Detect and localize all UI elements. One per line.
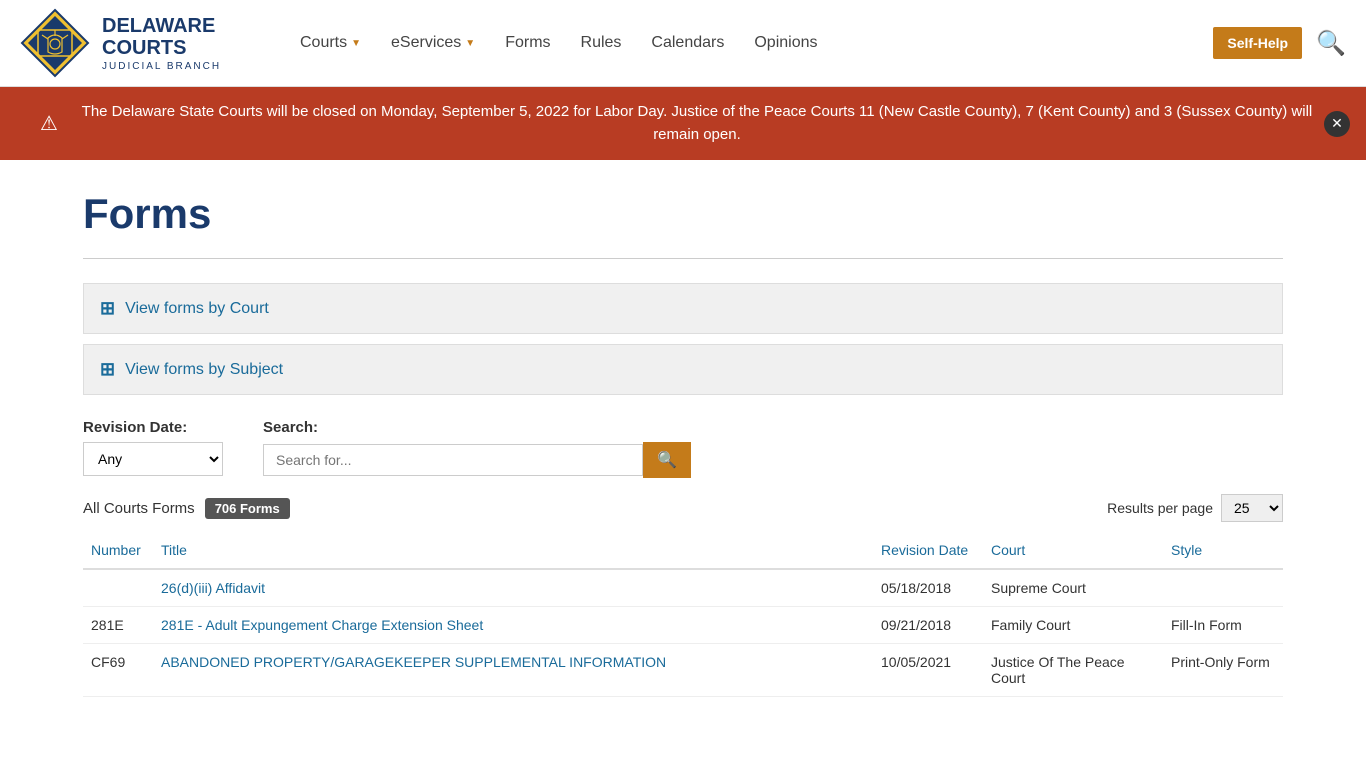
alert-message: The Delaware State Courts will be closed… (68, 101, 1326, 146)
search-input-wrap: 🔍 (263, 442, 691, 478)
self-help-button[interactable]: Self-Help (1213, 27, 1302, 59)
revision-date-filter: Revision Date: Any 2022 2021 2020 2019 2… (83, 419, 223, 476)
brand-subtitle: JUDICIAL BRANCH (102, 61, 221, 72)
table-row: 281E 281E - Adult Expungement Charge Ext… (83, 607, 1283, 644)
brand-name: DELAWARE COURTS (102, 15, 221, 59)
col-header-number[interactable]: Number (83, 532, 153, 569)
nav-opinions[interactable]: Opinions (754, 34, 817, 52)
nav-forms[interactable]: Forms (505, 34, 550, 52)
cell-title: 281E - Adult Expungement Charge Extensio… (153, 607, 873, 644)
accordion-court-label: View forms by Court (125, 300, 269, 318)
cell-number (83, 569, 153, 607)
nav-eservices[interactable]: eServices ▼ (391, 34, 475, 52)
main-nav: Courts ▼ eServices ▼ Forms Rules Calenda… (290, 34, 1213, 52)
alert-close-button[interactable]: ✕ (1324, 111, 1350, 137)
site-header: ⚏ DELAWARE COURTS JUDICIAL BRANCH Courts… (0, 0, 1366, 87)
col-header-title[interactable]: Title (153, 532, 873, 569)
col-header-court[interactable]: Court (983, 532, 1163, 569)
nav-calendars[interactable]: Calendars (651, 34, 724, 52)
search-filter: Search: 🔍 (263, 419, 691, 478)
search-button[interactable]: 🔍 (643, 442, 691, 478)
col-header-revision-date[interactable]: Revision Date (873, 532, 983, 569)
table-header-row-cols: Number Title Revision Date Court Style (83, 532, 1283, 569)
title-divider (83, 258, 1283, 259)
main-content: Forms ⊞ View forms by Court ⊞ View forms… (63, 160, 1303, 727)
alert-banner: ⚠ The Delaware State Courts will be clos… (0, 87, 1366, 160)
revision-date-label: Revision Date: (83, 419, 223, 436)
results-per-page-select[interactable]: 10 25 50 100 (1221, 494, 1283, 522)
results-per-page-label: Results per page (1107, 500, 1213, 516)
accordion-by-court[interactable]: ⊞ View forms by Court (83, 283, 1283, 334)
eservices-chevron-icon: ▼ (465, 38, 475, 49)
expand-court-icon: ⊞ (100, 298, 115, 319)
page-title: Forms (83, 190, 1283, 238)
table-header-right: Results per page 10 25 50 100 (1107, 494, 1283, 522)
cell-style: Fill-In Form (1163, 607, 1283, 644)
cell-title: ABANDONED PROPERTY/GARAGEKEEPER SUPPLEME… (153, 644, 873, 697)
logo-area: ⚏ DELAWARE COURTS JUDICIAL BRANCH (20, 8, 290, 78)
table-header-row: All Courts Forms 706 Forms Results per p… (83, 494, 1283, 522)
accordion-subject-label: View forms by Subject (125, 361, 283, 379)
cell-court: Supreme Court (983, 569, 1163, 607)
nav-courts[interactable]: Courts ▼ (300, 34, 361, 52)
forms-count-badge: 706 Forms (205, 498, 290, 519)
all-courts-label: All Courts Forms (83, 500, 195, 517)
search-label: Search: (263, 419, 691, 436)
cell-number: CF69 (83, 644, 153, 697)
col-header-style[interactable]: Style (1163, 532, 1283, 569)
table-header-left: All Courts Forms 706 Forms (83, 498, 290, 519)
expand-subject-icon: ⊞ (100, 359, 115, 380)
cell-revision-date: 05/18/2018 (873, 569, 983, 607)
nav-rules[interactable]: Rules (581, 34, 622, 52)
cell-title: 26(d)(iii) Affidavit (153, 569, 873, 607)
cell-style: Print-Only Form (1163, 644, 1283, 697)
cell-revision-date: 10/05/2021 (873, 644, 983, 697)
form-title-link[interactable]: 281E - Adult Expungement Charge Extensio… (161, 617, 483, 633)
table-row: CF69 ABANDONED PROPERTY/GARAGEKEEPER SUP… (83, 644, 1283, 697)
forms-table: Number Title Revision Date Court Style 2… (83, 532, 1283, 697)
search-input[interactable] (263, 444, 643, 476)
cell-revision-date: 09/21/2018 (873, 607, 983, 644)
logo-text: DELAWARE COURTS JUDICIAL BRANCH (102, 15, 221, 72)
form-title-link[interactable]: ABANDONED PROPERTY/GARAGEKEEPER SUPPLEME… (161, 654, 666, 670)
cell-style (1163, 569, 1283, 607)
header-search-icon[interactable]: 🔍 (1316, 29, 1346, 58)
alert-triangle-icon: ⚠ (40, 109, 58, 139)
filter-row: Revision Date: Any 2022 2021 2020 2019 2… (83, 419, 1283, 478)
cell-court: Justice Of The Peace Court (983, 644, 1163, 697)
logo-diamond-icon: ⚏ (20, 8, 90, 78)
header-right: Self-Help 🔍 (1213, 27, 1346, 59)
table-row: 26(d)(iii) Affidavit 05/18/2018 Supreme … (83, 569, 1283, 607)
accordion-by-subject[interactable]: ⊞ View forms by Subject (83, 344, 1283, 395)
cell-court: Family Court (983, 607, 1163, 644)
cell-number: 281E (83, 607, 153, 644)
form-title-link[interactable]: 26(d)(iii) Affidavit (161, 580, 265, 596)
courts-chevron-icon: ▼ (351, 38, 361, 49)
revision-date-select[interactable]: Any 2022 2021 2020 2019 2018 (83, 442, 223, 476)
